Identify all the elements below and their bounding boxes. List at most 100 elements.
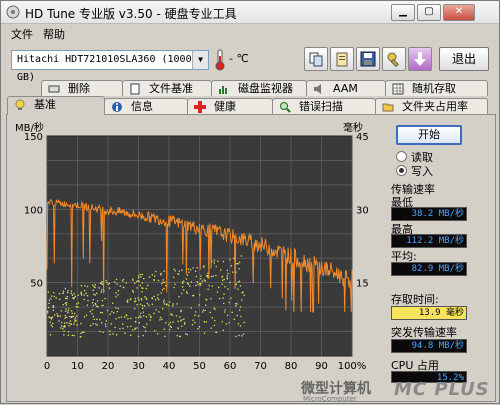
- access-time-point: [151, 303, 153, 305]
- download-button[interactable]: [408, 47, 432, 71]
- access-time-point: [101, 289, 103, 291]
- access-time-point: [61, 321, 63, 324]
- access-time-point: [56, 313, 58, 315]
- drive-select[interactable]: Hitachi HDT721010SLA360 (1000 GB) ▼: [11, 50, 209, 83]
- access-time-point: [215, 274, 217, 277]
- access-time-point: [120, 316, 123, 318]
- access-time-point: [151, 298, 153, 300]
- tab-disk-monitor[interactable]: 磁盘监视器: [211, 80, 307, 96]
- access-time-point: [143, 315, 145, 317]
- access-time-point: [107, 283, 109, 285]
- access-time-point: [228, 322, 230, 324]
- access-time-point: [180, 309, 182, 311]
- access-time-point: [235, 305, 237, 307]
- access-time-point: [64, 315, 66, 317]
- access-time-point: [142, 334, 144, 337]
- access-time-point: [65, 310, 67, 312]
- access-time-point: [49, 334, 52, 336]
- access-time-point: [238, 261, 241, 263]
- access-time-point: [210, 276, 213, 278]
- access-time-point: [93, 293, 95, 295]
- access-time-point: [197, 328, 199, 330]
- y-tick-right: 30: [356, 205, 369, 216]
- access-time-point: [193, 294, 195, 297]
- access-time-point: [232, 271, 234, 273]
- minimize-button[interactable]: ▁: [391, 4, 415, 21]
- access-time-point: [230, 265, 232, 267]
- access-time-point: [187, 283, 190, 285]
- access-time-point: [138, 317, 140, 319]
- access-time-point: [67, 334, 69, 336]
- copy-button[interactable]: [304, 47, 328, 71]
- access-time-point: [139, 284, 141, 287]
- start-button[interactable]: 开始: [396, 125, 462, 145]
- copy-info-button[interactable]: [330, 47, 354, 71]
- chevron-down-icon[interactable]: ▼: [192, 51, 208, 69]
- access-time-point: [138, 299, 140, 301]
- access-time-point: [158, 298, 160, 301]
- access-time-point: [65, 308, 67, 310]
- menu-file[interactable]: 文件: [11, 26, 33, 42]
- access-time-point: [176, 303, 178, 305]
- access-time-point: [173, 286, 175, 289]
- close-button[interactable]: ✕: [443, 4, 475, 21]
- access-time-point: [223, 302, 225, 305]
- watermark-subtitle: MicroComputer: [303, 395, 357, 403]
- access-time-point: [186, 274, 189, 276]
- tab-info[interactable]: 信息: [104, 98, 188, 114]
- access-time-point: [110, 323, 112, 325]
- access-time-point: [101, 299, 104, 302]
- tab-benchmark[interactable]: 基准: [7, 96, 105, 115]
- access-time-point: [49, 321, 51, 323]
- menu-help[interactable]: 帮助: [43, 26, 65, 42]
- save-button[interactable]: [356, 47, 380, 71]
- access-time-point: [140, 276, 142, 278]
- wrench-icon: [387, 52, 399, 67]
- tab-erase[interactable]: 删除: [41, 80, 123, 96]
- access-time-point: [70, 316, 73, 318]
- access-time-point: [242, 291, 244, 293]
- access-time-point: [140, 303, 142, 305]
- write-radio[interactable]: 写入: [396, 163, 433, 179]
- access-time-point: [76, 303, 78, 305]
- access-time-point: [141, 305, 144, 307]
- access-time-point: [92, 289, 94, 291]
- access-time-point: [77, 302, 80, 304]
- exit-button[interactable]: 退出: [439, 47, 489, 71]
- read-radio-dot[interactable]: [396, 151, 407, 162]
- tab-folder-usage[interactable]: 文件夹占用率: [375, 98, 488, 114]
- access-time-point: [106, 309, 109, 312]
- access-time-point: [50, 324, 52, 326]
- access-time-point: [71, 312, 73, 314]
- access-time-point: [138, 280, 140, 282]
- access-time-point: [229, 281, 231, 284]
- maximize-button[interactable]: ▢: [417, 4, 441, 21]
- access-time-point: [61, 325, 63, 327]
- access-time-point: [161, 282, 163, 285]
- access-time-point: [98, 287, 100, 289]
- options-button[interactable]: [382, 47, 406, 71]
- access-time-point: [168, 323, 170, 326]
- access-time-point: [112, 333, 114, 335]
- access-time-point: [148, 304, 150, 306]
- tab-aam[interactable]: AAM: [306, 80, 386, 96]
- access-time-point: [125, 282, 127, 284]
- x-tick: 10: [71, 361, 84, 372]
- tab-error-scan[interactable]: 错误扫描: [272, 98, 376, 114]
- tab-random-access[interactable]: 随机存取: [385, 80, 488, 96]
- access-time-point: [228, 301, 230, 304]
- access-time-point: [132, 291, 134, 293]
- access-time-point: [201, 280, 203, 282]
- access-time-value: 13.9 毫秒: [391, 306, 467, 320]
- access-time-point: [217, 260, 219, 262]
- access-time-point: [178, 296, 180, 298]
- access-time-point: [65, 304, 68, 306]
- access-time-point: [83, 298, 85, 301]
- tab-health[interactable]: 健康: [187, 98, 273, 114]
- write-radio-dot[interactable]: [396, 165, 407, 176]
- tab-file-benchmark[interactable]: 文件基准: [122, 80, 212, 96]
- access-time-point: [122, 279, 125, 281]
- access-time-point: [62, 328, 64, 330]
- access-time-point: [159, 316, 162, 319]
- access-time-point: [115, 318, 117, 320]
